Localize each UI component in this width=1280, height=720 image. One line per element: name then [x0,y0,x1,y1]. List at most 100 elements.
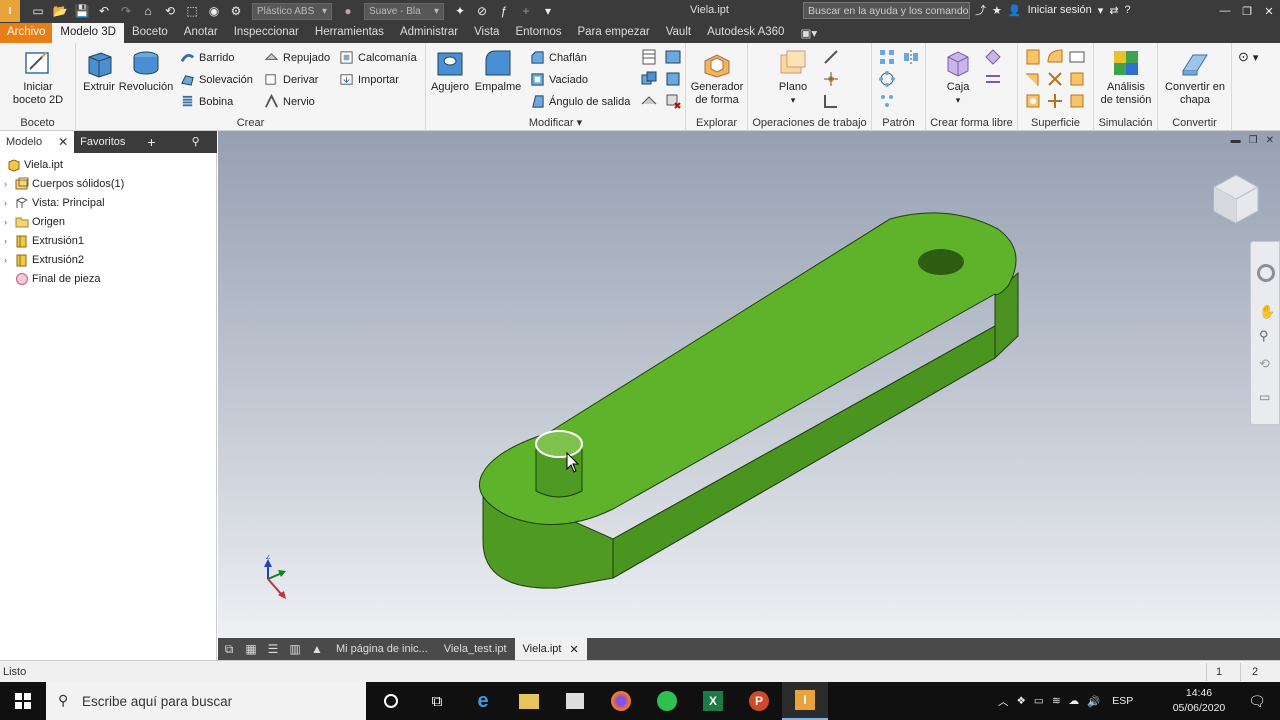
excel-icon[interactable]: X [690,682,736,720]
signin-link[interactable]: Iniciar sesión [1028,4,1092,16]
clear-appearance-icon[interactable]: ⊘ [472,2,492,20]
expand-arrow-icon[interactable]: › [4,217,12,227]
tab-vista[interactable]: Vista [466,23,507,43]
dropbox-icon[interactable]: ❖ [1017,695,1026,707]
tab-favoritos[interactable]: Favoritos + ⚲ ☰ [74,130,232,153]
group-label-modificar[interactable]: Modificar ▾ [426,116,685,129]
minimize-icon[interactable]: — [1214,0,1236,22]
tile-vertical-icon[interactable]: ▥ [284,638,306,660]
tab-herramientas[interactable]: Herramientas [307,23,392,43]
rect-pattern-icon[interactable] [878,48,896,66]
new-file-icon[interactable]: ▭ [28,2,48,20]
draft-button[interactable]: Ángulo de salida [530,94,630,109]
pin-icon[interactable]: ⤴ [975,2,986,18]
tree-node[interactable]: Viela.ipt [0,155,216,174]
tab-anotar[interactable]: Anotar [176,23,226,43]
delete-face-icon[interactable] [664,92,682,110]
sweep-button[interactable]: Barrido [180,50,234,65]
coil-button[interactable]: Bobina [180,94,233,109]
measure-icon[interactable]: ◉ [204,2,224,20]
settings-icon[interactable]: ⚙ [226,2,246,20]
restore-icon[interactable]: ❐ [1236,0,1258,22]
extend-icon[interactable] [1046,70,1064,88]
plus-icon[interactable]: + [516,2,536,20]
tab-viela[interactable]: Viela.ipt ✕ [514,638,587,660]
start-sketch-button[interactable]: Iniciar boceto 2D [8,47,68,107]
circular-pattern-icon[interactable] [878,70,896,88]
wifi-icon[interactable]: ≋ [1052,695,1061,707]
sculpt-icon[interactable] [1068,48,1086,66]
update-icon[interactable]: ⟲ [160,2,180,20]
help-icon[interactable]: ? [1125,4,1131,16]
tab-modelo-3d[interactable]: Modelo 3D [52,23,124,43]
volume-icon[interactable]: 🔊 [1087,695,1100,708]
chamfer-button[interactable]: Chaflán [530,50,587,65]
fillet-button[interactable]: Empalme [474,47,522,94]
tray-chevron-icon[interactable]: ︿ [998,694,1009,709]
rib-button[interactable]: Nervio [264,94,315,109]
box-freeform-button[interactable]: Caja ▾ [940,47,976,107]
display-icon[interactable]: ▭ [1034,695,1044,707]
tab-inspeccionar[interactable]: Inspeccionar [226,23,307,43]
repair-icon[interactable] [1068,92,1086,110]
part-model[interactable] [218,131,1280,638]
tree-node[interactable]: Final de pieza [0,269,216,288]
tree-node[interactable]: › Vista: Principal [0,193,216,212]
home-icon[interactable]: ⌂ [138,2,158,20]
material-dropdown[interactable]: Plástico ABS ▾ [252,2,332,20]
shape-generator-button[interactable]: Generador de forma [688,47,746,107]
undo-icon[interactable]: ↶ [94,2,114,20]
tab-modelo[interactable]: Modelo ✕ [0,130,75,153]
replace-face-icon[interactable] [1068,70,1086,88]
firefox-icon[interactable] [598,682,644,720]
mirror-icon[interactable] [902,48,920,66]
sketch-pattern-icon[interactable] [878,92,896,110]
cortana-icon[interactable] [368,682,414,720]
customize-icon[interactable]: ▾ [538,2,558,20]
stress-analysis-button[interactable]: Análisis de tensión [1098,47,1154,107]
store-icon[interactable] [552,682,598,720]
split-icon[interactable] [664,48,682,66]
move-face-icon[interactable] [664,70,682,88]
tab-viela-test[interactable]: Viela_test.ipt [436,638,515,660]
tab-list-icon[interactable]: ▲ [306,638,328,660]
add-tab-icon[interactable]: + [147,134,155,150]
tab-home-page[interactable]: Mi página de inic... [328,638,436,660]
trim-icon[interactable] [1024,70,1042,88]
extrude-button[interactable]: Extruir [80,47,118,94]
redo-icon[interactable]: ↷ [116,2,136,20]
patch-icon[interactable] [1046,48,1064,66]
expand-arrow-icon[interactable]: › [4,236,12,246]
help-search-input[interactable]: Buscar en la ayuda y los comandos [803,2,970,19]
expand-arrow-icon[interactable]: › [4,255,12,265]
work-axis-icon[interactable] [822,48,840,66]
tab-autodesk-a360[interactable]: Autodesk A360 [699,23,792,43]
tree-node[interactable]: › Cuerpos sólidos(1) [0,174,216,193]
tile-icon[interactable]: ▦ [240,638,262,660]
ruled-surface-icon[interactable] [1024,92,1042,110]
tab-archivo[interactable]: Archivo [0,23,53,43]
close-icon[interactable]: ✕ [569,643,578,656]
task-view-icon[interactable]: ⧉ [414,682,460,720]
plane-button[interactable]: Plano ▾ [772,47,814,107]
tree-node[interactable]: › Extrusión2 [0,250,216,269]
delete-surface-icon[interactable] [1046,92,1064,110]
loft-button[interactable]: Solevación [180,72,253,87]
convert-sheet-metal-button[interactable]: Convertir en chapa [1160,47,1230,107]
thicken-icon[interactable] [640,92,658,110]
select-icon[interactable]: ⬚ [182,2,202,20]
appearance-dropdown[interactable]: Suave - Bla ▾ [364,2,444,20]
tab-entornos[interactable]: Entornos [507,23,569,43]
freeform-face-icon[interactable] [984,48,1002,66]
cascade-icon[interactable]: ⧉ [218,638,240,660]
open-file-icon[interactable]: 📂 [50,2,70,20]
work-point-icon[interactable] [822,70,840,88]
decal-button[interactable]: Calcomanía [339,50,417,65]
taskbar-clock[interactable]: 14:46 05/06/2020 [1168,686,1230,716]
combine-icon[interactable] [640,70,658,88]
edge-icon[interactable]: e [460,682,506,720]
start-button[interactable] [0,682,46,720]
adjust-icon[interactable]: ✦ [450,2,470,20]
taskbar-search-input[interactable]: ⚲ Escribe aquí para buscar [46,682,366,720]
save-icon[interactable]: 💾 [72,2,92,20]
